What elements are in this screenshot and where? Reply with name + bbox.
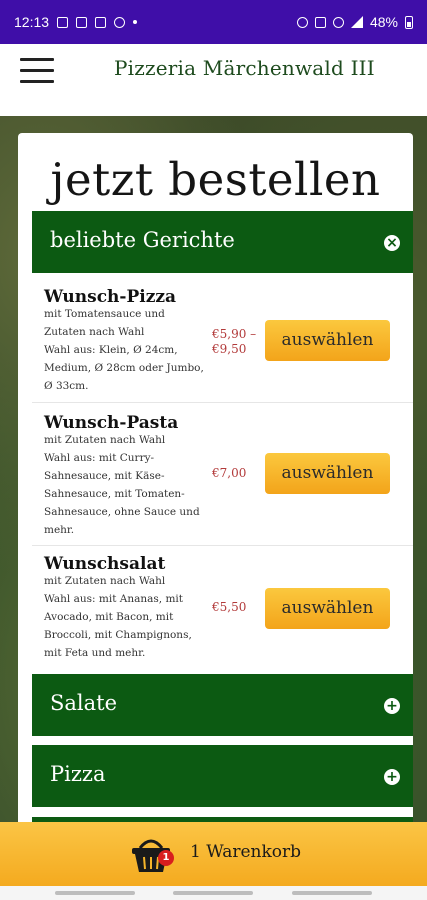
category-popular-dishes[interactable]: beliebte Gerichte ×	[32, 211, 413, 273]
item-name: Wunsch-Pizza	[44, 287, 177, 307]
select-button[interactable]: auswählen	[265, 320, 390, 361]
menu-item: Wunschsalat mit Zutaten nach Wahl Wahl a…	[32, 546, 413, 668]
wifi-icon	[332, 16, 344, 28]
restaurant-name: Pizzeria Märchenwald III	[114, 56, 375, 80]
item-price: €5,90 – €9,50	[212, 327, 257, 356]
whatsapp-icon	[114, 16, 126, 28]
battery-icon	[405, 15, 413, 29]
nav-home[interactable]	[173, 891, 253, 895]
status-time: 12:13	[14, 14, 50, 30]
category-pizza[interactable]: Pizza +	[32, 745, 413, 807]
category-label: beliebte Gerichte	[50, 228, 235, 252]
menu-item: Wunsch-Pizza mit Tomatensauce und Zutate…	[32, 273, 413, 403]
select-button[interactable]: auswählen	[265, 453, 390, 494]
system-nav-bar	[0, 886, 427, 900]
gallery-icon	[57, 16, 69, 28]
select-button[interactable]: auswählen	[265, 588, 390, 629]
basket-bar[interactable]: 1 1 Warenkorb	[0, 822, 427, 886]
item-name: Wunsch-Pasta	[44, 413, 179, 433]
app-header: Pizzeria Märchenwald III	[0, 44, 427, 116]
plus-circle-icon[interactable]: +	[384, 698, 400, 714]
item-price: €5,50	[212, 600, 247, 614]
category-label: Salate	[50, 691, 118, 715]
battery-percent: 48%	[369, 14, 398, 30]
hamburger-icon[interactable]	[20, 58, 56, 86]
status-bar: 12:13 48%	[0, 0, 427, 44]
basket-label: 1 Warenkorb	[190, 842, 302, 862]
basket-count-badge: 1	[158, 850, 174, 866]
item-description: mit Zutaten nach Wahl Wahl aus: mit Anan…	[44, 575, 192, 659]
nav-recent[interactable]	[55, 891, 135, 895]
notification-icon	[76, 16, 88, 28]
menu-item: Wunsch-Pasta mit Zutaten nach Wahl Wahl …	[32, 403, 413, 546]
nav-back[interactable]	[292, 891, 372, 895]
page-title: jetzt bestellen	[50, 153, 381, 206]
alarm-icon	[296, 16, 308, 28]
bluetooth-icon	[314, 16, 326, 28]
category-salads[interactable]: Salate +	[32, 674, 413, 736]
item-description: mit Zutaten nach Wahl Wahl aus: mit Curr…	[44, 434, 200, 536]
signal-icon	[350, 16, 363, 28]
plus-circle-icon[interactable]: +	[384, 769, 400, 785]
more-notifications-icon	[133, 20, 138, 24]
item-price: €7,00	[212, 466, 247, 480]
category-label: Pizza	[50, 762, 106, 786]
close-circle-icon[interactable]: ×	[384, 235, 400, 251]
message-icon	[95, 16, 107, 28]
item-description: mit Tomatensauce und Zutaten nach Wahl W…	[44, 308, 204, 392]
item-name: Wunschsalat	[44, 554, 166, 574]
order-card: jetzt bestellen beliebte Gerichte × Wuns…	[18, 133, 413, 833]
